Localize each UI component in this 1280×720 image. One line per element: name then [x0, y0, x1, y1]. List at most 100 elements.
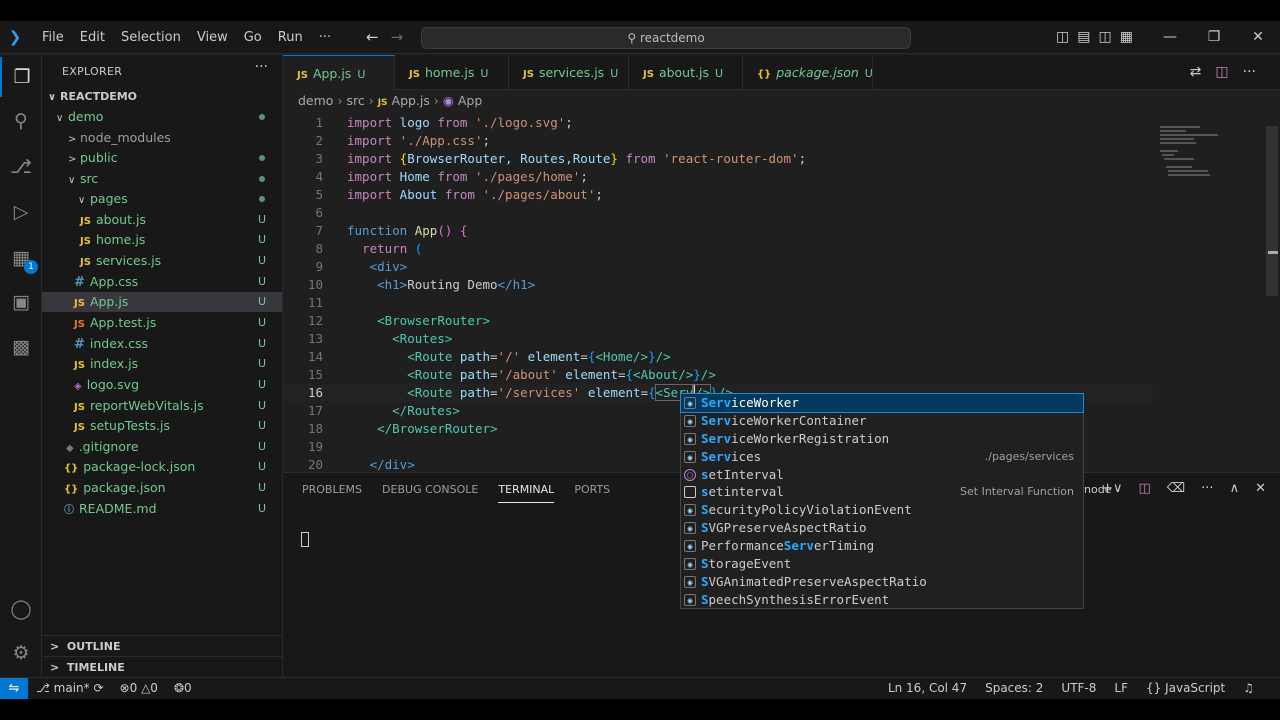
explorer-more-icon[interactable]: ··· [255, 59, 268, 75]
suggestion-item[interactable]: ◉ ServiceWorker [680, 393, 1084, 413]
tree-item-about-js[interactable]: JS about.js U [42, 210, 282, 230]
code-token: from [437, 169, 468, 184]
suggestion-item[interactable]: ◉ SVGAnimatedPreserveAspectRatio [681, 573, 1083, 591]
breadcrumb-src[interactable]: src [346, 93, 364, 108]
open-changes-icon[interactable]: ⇄ [1190, 55, 1202, 90]
tree-item-setuptests-js[interactable]: JS setupTests.js U [42, 416, 282, 436]
tree-item-label: .gitignore [78, 439, 139, 454]
search-icon: ⚲ [627, 31, 637, 45]
accounts-icon[interactable]: ◯ [0, 589, 42, 629]
sync-icon[interactable]: ⟳ [93, 681, 103, 695]
tab-problems[interactable]: PROBLEMS [302, 483, 362, 503]
remote-explorer-icon[interactable]: ▣ [0, 282, 42, 322]
forward-arrow-icon[interactable]: → [391, 21, 404, 54]
explorer-icon[interactable]: ❐ [0, 57, 42, 97]
tree-item-package-lock-json[interactable]: {} package-lock.json U [42, 457, 282, 477]
tab-home-js[interactable]: JS home.js U [395, 55, 509, 90]
remote-indicator-icon[interactable]: ⇋ [0, 678, 28, 699]
tab-about-js[interactable]: JS about.js U [629, 55, 743, 90]
minimap[interactable] [1160, 126, 1250, 186]
outline-section[interactable]: > OUTLINE [42, 635, 282, 656]
tab-app-js[interactable]: JS App.js U [283, 55, 395, 90]
breadcrumb-demo[interactable]: demo [298, 93, 333, 108]
menu-more[interactable]: ··· [311, 21, 339, 54]
tree-item-index-css[interactable]: # index.css U [42, 334, 282, 354]
customize-layout-icon[interactable]: ▦ [1120, 21, 1133, 54]
docker-icon[interactable]: ▩ [0, 327, 42, 367]
tab-services-js[interactable]: JS services.js U [509, 55, 629, 90]
menu-run[interactable]: Run [270, 21, 311, 54]
tree-item-index-js[interactable]: JS index.js U [42, 354, 282, 374]
tree-item-node-modules[interactable]: > node_modules [42, 128, 282, 148]
tab-terminal[interactable]: TERMINAL [498, 483, 555, 503]
toggle-panel-icon[interactable]: ▤ [1077, 21, 1090, 54]
tree-item-logo-svg[interactable]: ◈ logo.svg U [42, 375, 282, 395]
menu-selection[interactable]: Selection [113, 21, 189, 54]
close-panel-icon[interactable]: ✕ [1255, 481, 1266, 496]
suggestion-item[interactable]: ◉ PerformanceServerTiming [681, 537, 1083, 555]
tab-package-json[interactable]: {} package.json U [743, 55, 873, 90]
problems-status[interactable]: ⊗0 △0 [120, 678, 158, 699]
breadcrumb-app-symbol[interactable]: App [458, 93, 482, 108]
command-center-search[interactable]: ⚲ reactdemo [421, 27, 911, 49]
tree-item-public[interactable]: > public [42, 148, 282, 168]
minimize-button[interactable]: — [1148, 21, 1192, 54]
workspace-header[interactable]: ∨ REACTDEMO [42, 87, 282, 107]
tree-item-gitignore[interactable]: ◆ .gitignore U [42, 437, 282, 457]
tree-item-home-js[interactable]: JS home.js U [42, 230, 282, 250]
split-editor-icon[interactable]: ◫ [1215, 55, 1228, 90]
tree-item-reportwebvitals-js[interactable]: JS reportWebVitals.js U [42, 396, 282, 416]
more-actions-icon[interactable]: ··· [1243, 55, 1256, 90]
suggestion-item[interactable]: ◉ StorageEvent [681, 555, 1083, 573]
tree-item-src[interactable]: ∨ src [42, 169, 282, 189]
suggestion-item[interactable]: setinterval Set Interval Function [681, 483, 1083, 501]
ports-status[interactable]: ❂0 [174, 678, 192, 699]
menu-view[interactable]: View [189, 21, 236, 54]
close-button[interactable]: ✕ [1236, 21, 1280, 54]
cursor-position[interactable]: Ln 16, Col 47 [888, 678, 967, 699]
tree-item-services-js[interactable]: JS services.js U [42, 251, 282, 271]
breadcrumb-app-js[interactable]: App.js [392, 93, 430, 108]
tree-item-demo[interactable]: ∨ demo [42, 107, 282, 127]
language-mode[interactable]: {} JavaScript [1146, 678, 1225, 699]
suggestion-item[interactable]: ◉ ServiceWorkerContainer [681, 412, 1083, 430]
timeline-section[interactable]: > TIMELINE [42, 656, 282, 677]
suggestion-item[interactable]: ◉ SecurityPolicyViolationEvent [681, 501, 1083, 519]
suggestion-item[interactable]: ◉ ServiceWorkerRegistration [681, 430, 1083, 448]
suggestion-item[interactable]: ◉ Services ./pages/services [681, 448, 1083, 466]
suggestion-item[interactable]: ◉ SVGPreserveAspectRatio [681, 519, 1083, 537]
split-terminal-icon[interactable]: ◫ [1138, 481, 1150, 496]
toggle-secondary-sidebar-icon[interactable]: ◫ [1098, 21, 1111, 54]
tree-item-package-json[interactable]: {} package.json U [42, 478, 282, 498]
manage-gear-icon[interactable]: ⚙ [0, 633, 42, 673]
menu-edit[interactable]: Edit [72, 21, 113, 54]
maximize-panel-icon[interactable]: ∧ [1230, 481, 1240, 496]
encoding[interactable]: UTF-8 [1061, 678, 1096, 699]
suggestion-item[interactable]: ⬡ setInterval [681, 466, 1083, 484]
tree-item-app-css[interactable]: # App.css U [42, 272, 282, 292]
tree-item-app-test-js[interactable]: JS App.test.js U [42, 313, 282, 333]
trash-icon[interactable]: ⌫ [1167, 481, 1185, 496]
restore-button[interactable]: ❐ [1192, 21, 1236, 54]
notifications-bell-icon[interactable]: ♫ [1243, 678, 1254, 699]
run-debug-icon[interactable]: ▷ [0, 192, 42, 232]
editor-scrollbar[interactable] [1266, 126, 1278, 296]
indentation[interactable]: Spaces: 2 [985, 678, 1043, 699]
new-terminal-icon[interactable]: +∨ [1102, 481, 1122, 496]
tree-item-app-js[interactable]: JS App.js U [42, 292, 282, 312]
tree-item-pages[interactable]: ∨ pages [42, 189, 282, 209]
more-icon[interactable]: ··· [1201, 481, 1213, 496]
end-of-line[interactable]: LF [1114, 678, 1128, 699]
tab-debug-console[interactable]: DEBUG CONSOLE [382, 483, 478, 503]
menu-go[interactable]: Go [236, 21, 270, 54]
tree-item-readme-md[interactable]: ⓘ README.md U [42, 499, 282, 519]
back-arrow-icon[interactable]: ← [366, 21, 379, 54]
suggestion-item[interactable]: ◉ SpeechSynthesisErrorEvent [681, 591, 1083, 609]
search-view-icon[interactable]: ⚲ [0, 101, 42, 141]
toggle-primary-sidebar-icon[interactable]: ◫ [1056, 21, 1069, 54]
extensions-icon[interactable]: ▦ 1 [0, 238, 42, 278]
source-control-icon[interactable]: ⎇ [0, 147, 42, 187]
tab-ports[interactable]: PORTS [574, 483, 610, 503]
menu-file[interactable]: File [34, 21, 72, 54]
git-branch[interactable]: ⎇ main* ⟳ [36, 678, 104, 699]
